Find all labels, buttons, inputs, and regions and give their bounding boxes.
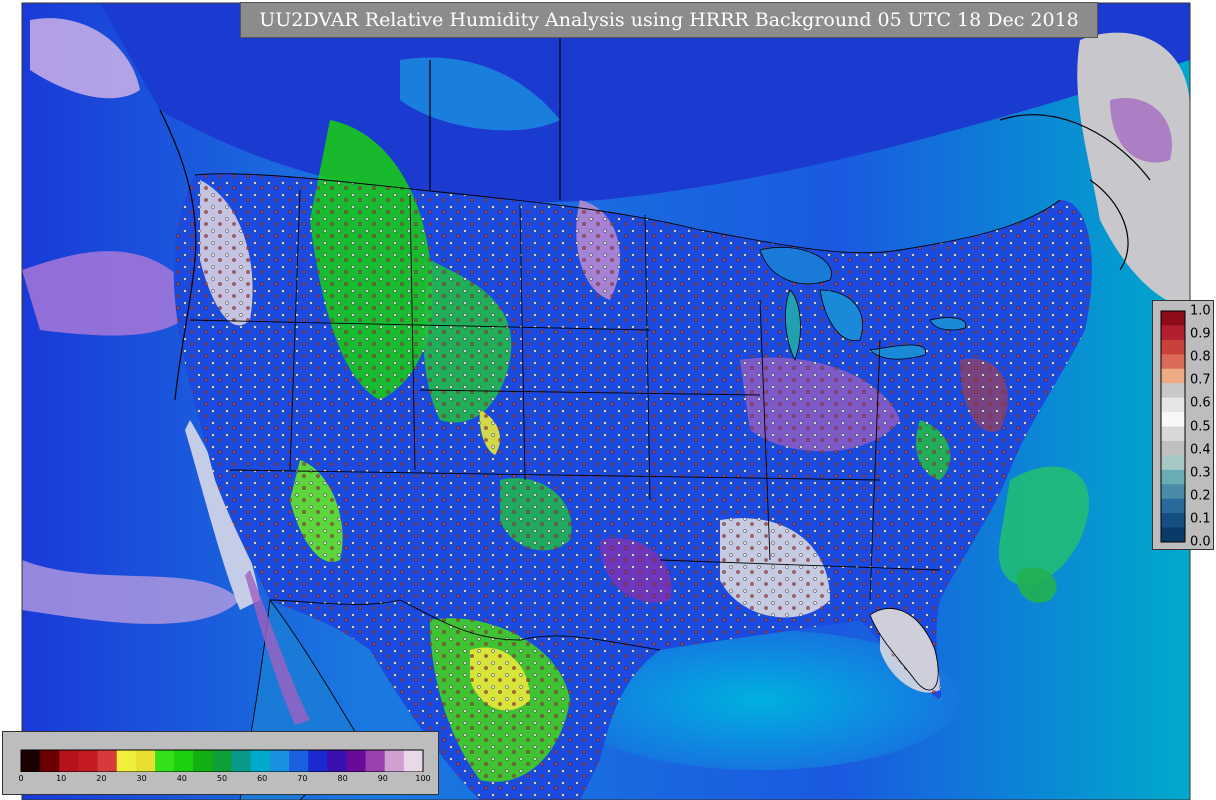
humidity-colorbar-segment: [250, 750, 271, 772]
residual-colorbar-segment: [1161, 325, 1185, 341]
humidity-colorbar-segment: [289, 750, 309, 772]
residual-colorbar-segment: [1161, 311, 1185, 326]
humidity-colorbar-segment: [231, 750, 252, 772]
residual-colorbar-segment: [1161, 498, 1185, 514]
humidity-colorbar-tick-label: 30: [136, 774, 147, 783]
residual-colorbar-tick-label: 0.9: [1190, 326, 1211, 342]
humidity-colorbar: 0 10 20 30 40 50 60 70 80 90 100: [2, 731, 439, 795]
humidity-colorbar-tick-label: 10: [56, 774, 67, 783]
humidity-colorbar-segment: [21, 750, 41, 772]
humidity-colorbar-segment: [193, 750, 213, 772]
residual-colorbar-segment: [1161, 354, 1185, 370]
humidity-colorbar-tick-label: 100: [415, 774, 431, 783]
humidity-colorbar-tick-label: 20: [96, 774, 107, 783]
residual-colorbar: 1.0 0.9 0.8 0.7 0.6 0.5 0.4 0.3 0.2 0.1 0.0: [1152, 300, 1214, 550]
map-title-box: UU2DVAR Relative Humidity Analysis using…: [240, 2, 1098, 38]
humidity-colorbar-segment: [174, 750, 194, 772]
residual-colorbar-segment: [1161, 412, 1185, 427]
residual-colorbar-segment: [1161, 484, 1185, 500]
humidity-colorbar-segment: [384, 750, 405, 772]
residual-colorbar-tick-label: 0.0: [1190, 534, 1211, 550]
residual-colorbar-tick-label: 0.6: [1190, 395, 1211, 411]
humidity-colorbar-segment: [40, 750, 60, 772]
humidity-colorbar-segment: [59, 750, 79, 772]
humidity-colorbar-segment: [97, 750, 118, 772]
residual-colorbar-segment: [1161, 469, 1185, 485]
residual-colorbar-segment: [1161, 426, 1185, 442]
residual-colorbar-tick-label: 0.7: [1190, 372, 1211, 388]
residual-colorbar-segment: [1161, 383, 1185, 399]
residual-colorbar-tick-label: 0.8: [1190, 349, 1211, 365]
humidity-colorbar-segment: [346, 750, 367, 772]
humidity-colorbar-gradient: [20, 749, 424, 772]
humidity-colorbar-segment: [155, 750, 175, 772]
humidity-colorbar-tick-label: 90: [377, 774, 388, 783]
humidity-colorbar-segment: [327, 750, 347, 772]
residual-colorbar-segment: [1161, 513, 1185, 529]
humidity-colorbar-segment: [308, 750, 328, 772]
humidity-colorbar-tick-label: 70: [297, 774, 308, 783]
residual-colorbar-tick-label: 0.4: [1190, 442, 1211, 458]
humidity-colorbar-segment: [365, 750, 386, 772]
humidity-colorbar-tick-label: 60: [257, 774, 268, 783]
residual-colorbar-tick-label: 0.5: [1190, 419, 1211, 434]
residual-colorbar-tick-label: 0.1: [1190, 511, 1211, 527]
humidity-colorbar-segment: [135, 750, 156, 772]
residual-colorbar-segment: [1161, 455, 1185, 471]
humidity-colorbar-tick-label: 0: [18, 774, 24, 783]
residual-colorbar-segment: [1161, 368, 1185, 384]
residual-colorbar-segment: [1161, 527, 1185, 543]
residual-colorbar-tick-label: 0.3: [1190, 465, 1211, 481]
residual-colorbar-tick-label: 0.2: [1190, 488, 1211, 504]
humidity-colorbar-tick-label: 50: [216, 774, 228, 783]
humidity-colorbar-segment: [403, 750, 424, 772]
residual-colorbar-segment: [1161, 339, 1185, 355]
rh-analysis-map: [21, 2, 1191, 800]
humidity-colorbar-tick-label: 80: [337, 774, 348, 783]
humidity-colorbar-segment: [116, 750, 137, 772]
humidity-colorbar-segment: [269, 750, 290, 772]
humidity-colorbar-segment: [78, 750, 99, 772]
map-title: UU2DVAR Relative Humidity Analysis using…: [259, 9, 1079, 31]
residual-colorbar-segment: [1161, 397, 1185, 413]
residual-colorbar-segment: [1161, 440, 1185, 456]
humidity-colorbar-tick-label: 40: [176, 774, 187, 783]
residual-colorbar-tick-label: 1.0: [1190, 303, 1211, 319]
humidity-colorbar-segment: [212, 750, 233, 772]
